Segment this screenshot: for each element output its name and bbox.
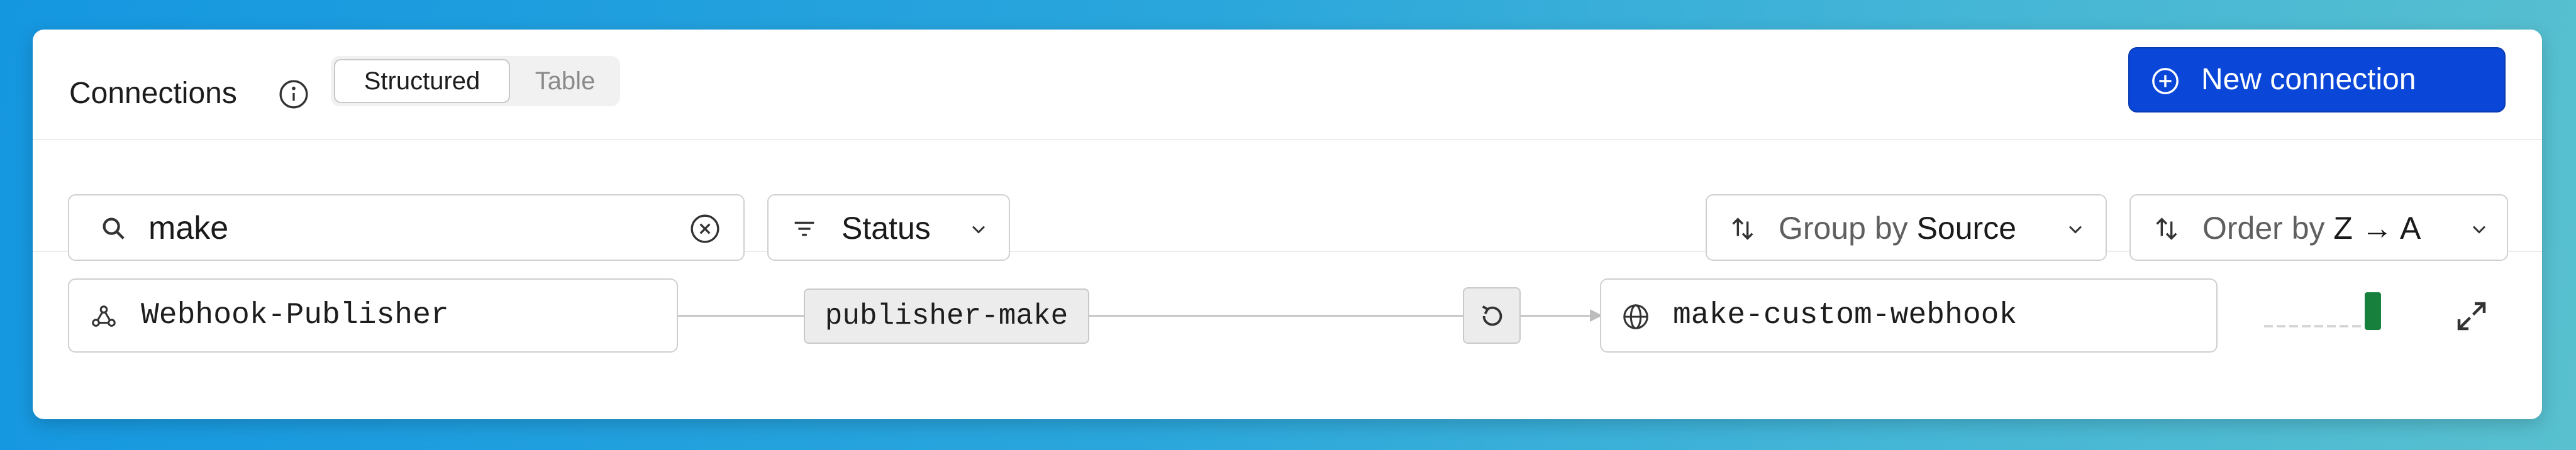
group-by-value: Source bbox=[1916, 211, 2017, 246]
plus-circle-icon bbox=[2152, 68, 2179, 94]
order-by-prefix: Order by bbox=[2202, 211, 2325, 246]
activity-bar-idle bbox=[2277, 325, 2285, 327]
expand-icon[interactable] bbox=[2453, 297, 2490, 335]
source-node[interactable]: Webhook-Publisher bbox=[68, 278, 678, 353]
search-icon bbox=[103, 217, 125, 239]
refresh-icon bbox=[1482, 305, 1502, 326]
new-connection-label: New connection bbox=[2201, 63, 2416, 96]
status-filter-button[interactable]: Status bbox=[767, 194, 1010, 261]
order-by-value: Z → A bbox=[2333, 211, 2421, 246]
filter-lines-icon bbox=[794, 221, 814, 236]
activity-bar-idle bbox=[2302, 325, 2311, 327]
panel-header: Connections Structured Table New connect… bbox=[33, 30, 2542, 140]
activity-bar-idle bbox=[2314, 325, 2323, 327]
order-by-dropdown[interactable]: Order by Z → A bbox=[2129, 194, 2508, 261]
activity-bar bbox=[2365, 292, 2381, 330]
page-title: Connections bbox=[69, 77, 237, 110]
status-filter-label: Status bbox=[841, 211, 931, 246]
destination-node[interactable]: make-custom-webhook bbox=[1600, 278, 2218, 353]
clear-search-icon[interactable] bbox=[689, 213, 721, 244]
connection-row[interactable]: Webhook-Publisher publisher-make make-cu… bbox=[33, 252, 2542, 419]
tab-table[interactable]: Table bbox=[513, 59, 617, 103]
source-name: Webhook-Publisher bbox=[141, 299, 449, 332]
activity-bar-idle bbox=[2327, 325, 2336, 327]
search-input[interactable] bbox=[148, 207, 652, 250]
group-by-prefix: Group by bbox=[1779, 211, 1908, 246]
filter-toolbar: Status Group by Source bbox=[33, 141, 2542, 261]
connector-line bbox=[1521, 315, 1590, 317]
view-toggle: Structured Table bbox=[331, 56, 620, 106]
activity-bar-idle bbox=[2264, 325, 2273, 327]
retry-button[interactable] bbox=[1463, 287, 1521, 344]
sort-arrows-icon bbox=[2156, 217, 2177, 240]
chevron-down-icon bbox=[2068, 226, 2082, 234]
activity-bar-idle bbox=[2340, 325, 2348, 327]
chevron-down-icon bbox=[972, 226, 985, 234]
activity-bar-idle bbox=[2289, 325, 2298, 327]
activity-sparkline bbox=[2264, 292, 2381, 330]
chevron-down-icon bbox=[2472, 226, 2486, 234]
connector-line bbox=[1089, 315, 1463, 317]
sort-arrows-icon bbox=[1732, 217, 1753, 240]
globe-icon bbox=[1623, 304, 1648, 329]
search-box bbox=[68, 194, 745, 261]
connections-panel: Connections Structured Table New connect… bbox=[33, 30, 2542, 419]
info-icon[interactable] bbox=[278, 79, 309, 110]
group-by-dropdown[interactable]: Group by Source bbox=[1706, 194, 2107, 261]
activity-bar-idle bbox=[2352, 325, 2361, 327]
destination-name: make-custom-webhook bbox=[1673, 299, 2018, 332]
tab-structured[interactable]: Structured bbox=[334, 59, 510, 103]
webhook-icon bbox=[92, 305, 116, 327]
connection-name-chip[interactable]: publisher-make bbox=[804, 288, 1089, 344]
connector-line bbox=[678, 315, 804, 317]
new-connection-button[interactable]: New connection bbox=[2128, 47, 2506, 112]
